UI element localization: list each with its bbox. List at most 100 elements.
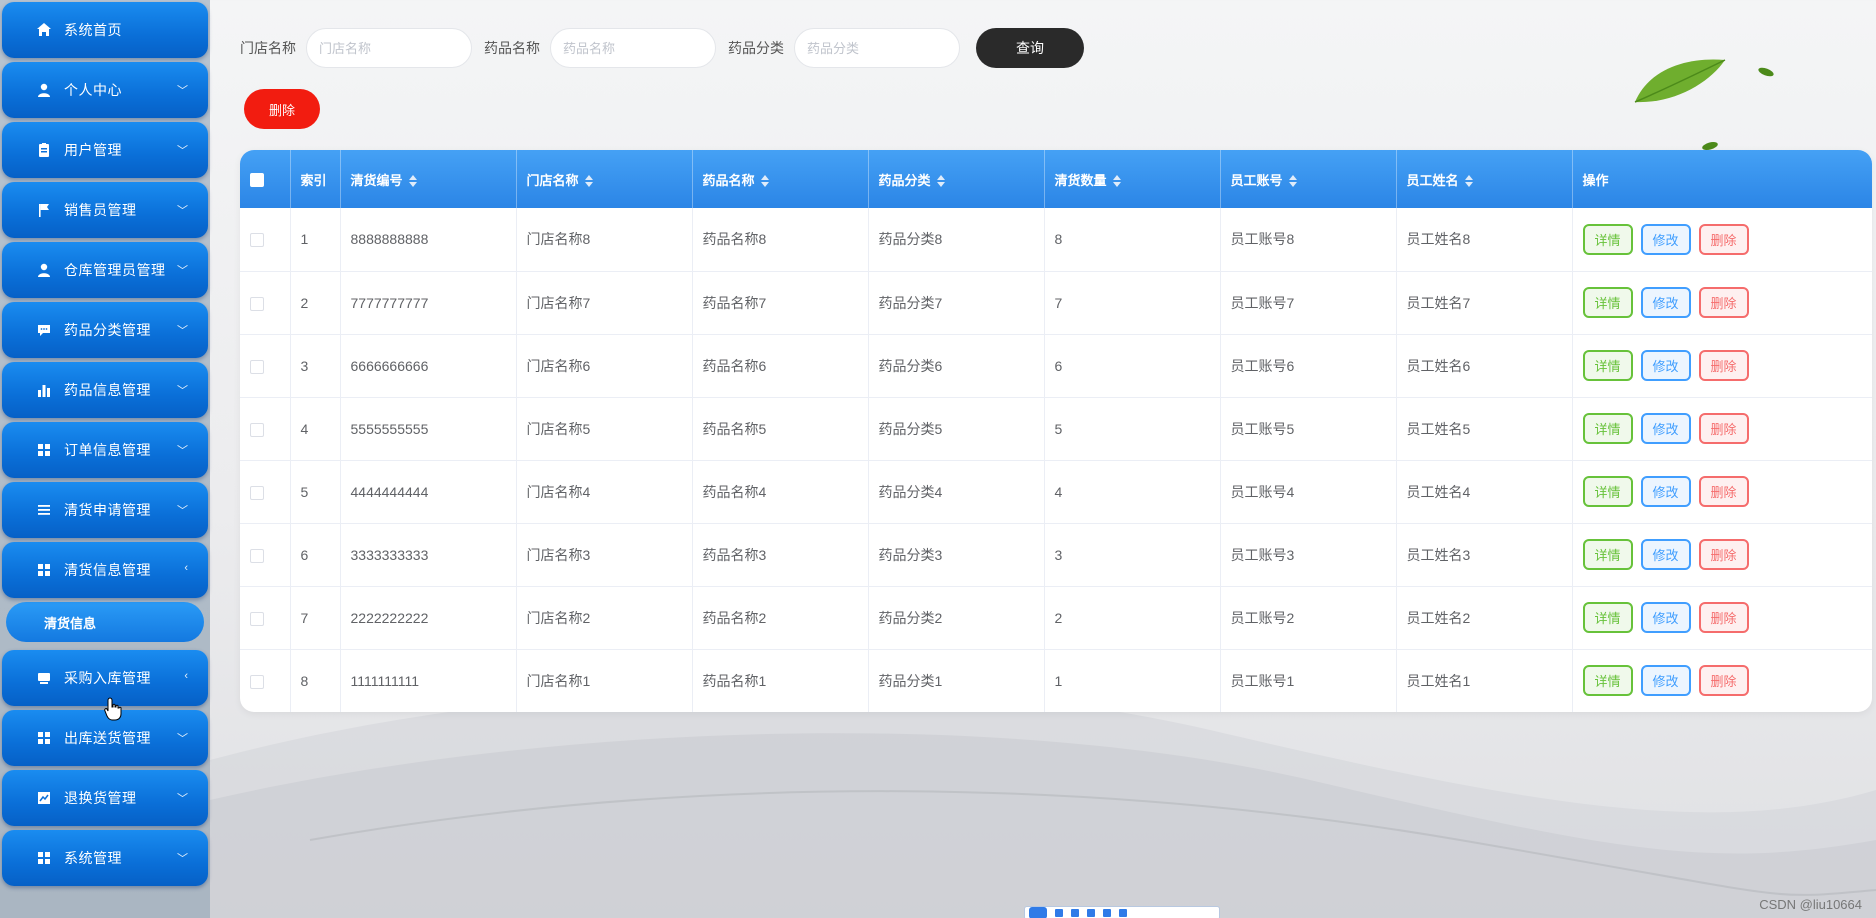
edit-button[interactable]: 修改 bbox=[1640, 539, 1691, 570]
sidebar-item[interactable]: 仓库管理员管理 ﹀ bbox=[2, 242, 208, 298]
edit-button[interactable]: 修改 bbox=[1640, 476, 1691, 507]
row-checkbox[interactable] bbox=[250, 548, 264, 563]
row-checkbox[interactable] bbox=[250, 296, 264, 311]
sidebar-item[interactable]: 出库送货管理 ﹀ bbox=[2, 710, 208, 766]
row-checkbox[interactable] bbox=[250, 674, 264, 689]
table-row: 5 4444444444 门店名称4 药品名称4 药品分类4 4 员工账号4 员工姓名4 详情修… bbox=[240, 460, 1872, 523]
table-cell: 5 bbox=[290, 460, 341, 523]
delete-button[interactable]: 删除 bbox=[1698, 350, 1749, 381]
edit-button[interactable]: 修改 bbox=[1640, 287, 1691, 318]
store-name-input[interactable] bbox=[306, 28, 472, 68]
detail-button[interactable]: 详情 bbox=[1582, 223, 1633, 255]
table-row: 7 2222222222 门店名称2 药品名称2 药品分类2 2 员工账号2 员工姓名2 详情修… bbox=[240, 586, 1872, 649]
delete-button[interactable]: 删除 bbox=[1698, 539, 1749, 570]
column-header[interactable]: 药品名称 bbox=[692, 150, 869, 208]
delete-button[interactable]: 删除 bbox=[1698, 665, 1749, 696]
column-header[interactable]: 员工账号 bbox=[1220, 150, 1397, 208]
row-actions-cell: 详情 修改 删除 bbox=[1572, 460, 1872, 523]
row-checkbox[interactable] bbox=[250, 611, 264, 626]
sidebar-item[interactable]: 订单信息管理 ﹀ bbox=[2, 422, 208, 478]
delete-button[interactable]: 删除 bbox=[1698, 602, 1749, 633]
sidebar-item[interactable]: 用户管理 ﹀ bbox=[2, 122, 208, 178]
sidebar-item[interactable]: 采购入库管理 ‹ bbox=[2, 650, 208, 706]
row-checkbox[interactable] bbox=[250, 233, 264, 248]
sort-icon[interactable] bbox=[408, 175, 417, 188]
table-cell: 药品名称2 bbox=[692, 586, 869, 649]
row-select-cell bbox=[240, 208, 291, 271]
table-cell: 2 bbox=[1044, 586, 1221, 649]
sidebar-item[interactable]: 退换货管理 ﹀ bbox=[2, 770, 208, 826]
sidebar-item-label: 仓库管理员管理 bbox=[64, 262, 166, 278]
table-cell: 4 bbox=[290, 397, 341, 460]
column-header[interactable]: 清货编号 bbox=[340, 150, 517, 208]
table-cell: 门店名称7 bbox=[516, 271, 693, 334]
ime-tool-icon[interactable] bbox=[1055, 909, 1063, 917]
table-row: 3 6666666666 门店名称6 药品名称6 药品分类6 6 员工账号6 员工姓名6 详情修… bbox=[240, 334, 1872, 397]
detail-button[interactable]: 详情 bbox=[1582, 287, 1633, 318]
sort-icon[interactable] bbox=[1112, 175, 1121, 188]
table-cell: 药品名称8 bbox=[692, 208, 869, 271]
sort-icon[interactable] bbox=[1464, 175, 1473, 188]
row-checkbox[interactable] bbox=[250, 485, 264, 500]
row-checkbox[interactable] bbox=[250, 422, 264, 437]
sidebar-item[interactable]: 系统管理 ﹀ bbox=[2, 830, 208, 886]
sidebar-item[interactable]: 清货申请管理 ﹀ bbox=[2, 482, 208, 538]
row-checkbox[interactable] bbox=[250, 359, 264, 374]
sidebar-item[interactable]: 销售员管理 ﹀ bbox=[2, 182, 208, 238]
sidebar-item[interactable]: 系统首页 bbox=[2, 2, 208, 58]
sort-icon[interactable] bbox=[936, 175, 945, 188]
drug-name-input[interactable] bbox=[550, 28, 716, 68]
edit-button[interactable]: 修改 bbox=[1640, 665, 1691, 696]
select-all-checkbox[interactable] bbox=[250, 172, 264, 187]
detail-button[interactable]: 详情 bbox=[1582, 476, 1633, 507]
ime-tool-icon[interactable] bbox=[1103, 909, 1111, 917]
table-cell: 2 bbox=[290, 271, 341, 334]
table-cell: 门店名称5 bbox=[516, 397, 693, 460]
column-header[interactable]: 药品分类 bbox=[868, 150, 1045, 208]
chevron-icon: ﹀ bbox=[177, 205, 188, 217]
table-cell: 7777777777 bbox=[340, 271, 517, 334]
detail-button[interactable]: 详情 bbox=[1582, 413, 1633, 444]
edit-button[interactable]: 修改 bbox=[1640, 413, 1691, 444]
detail-button[interactable]: 详情 bbox=[1582, 602, 1633, 633]
query-button[interactable]: 查询 bbox=[976, 28, 1084, 68]
home-icon bbox=[36, 22, 52, 38]
delete-button[interactable]: 删除 bbox=[1698, 223, 1749, 255]
ime-tool-icon[interactable] bbox=[1119, 909, 1127, 917]
sidebar-item-label: 个人中心 bbox=[64, 82, 122, 98]
column-header[interactable]: 门店名称 bbox=[516, 150, 693, 208]
drug-category-input[interactable] bbox=[794, 28, 960, 68]
delete-button[interactable]: 删除 bbox=[1698, 287, 1749, 318]
table-cell: 3 bbox=[1044, 523, 1221, 586]
edit-button[interactable]: 修改 bbox=[1640, 223, 1691, 255]
table-cell: 药品分类6 bbox=[868, 334, 1045, 397]
column-header[interactable]: 员工姓名 bbox=[1396, 150, 1573, 208]
sidebar-item[interactable]: 药品分类管理 ﹀ bbox=[2, 302, 208, 358]
chevron-icon: ﹀ bbox=[177, 385, 188, 397]
detail-button[interactable]: 详情 bbox=[1582, 539, 1633, 570]
sort-icon[interactable] bbox=[584, 175, 593, 188]
table-row: 8 1111111111 门店名称1 药品名称1 药品分类1 1 员工账号1 员工姓名1 详情修… bbox=[240, 649, 1872, 712]
sidebar-item[interactable]: 个人中心 ﹀ bbox=[2, 62, 208, 118]
sidebar-item[interactable]: 清货信息管理 ‹ bbox=[2, 542, 208, 598]
row-select-cell bbox=[240, 334, 291, 397]
chevron-icon: ‹ bbox=[184, 562, 188, 574]
sort-icon[interactable] bbox=[760, 175, 769, 188]
delete-button[interactable]: 删除 bbox=[1698, 413, 1749, 444]
ime-tool-icon[interactable] bbox=[1071, 909, 1079, 917]
column-header[interactable]: 清货数量 bbox=[1044, 150, 1221, 208]
ime-tool-icon[interactable] bbox=[1087, 909, 1095, 917]
ime-logo-icon[interactable] bbox=[1029, 907, 1047, 918]
grid-icon bbox=[36, 562, 52, 578]
sort-icon[interactable] bbox=[1288, 175, 1297, 188]
leaf-decoration-small bbox=[1758, 67, 1774, 77]
submenu-item-clearance-info[interactable]: 清货信息 bbox=[6, 602, 204, 642]
detail-button[interactable]: 详情 bbox=[1582, 350, 1633, 381]
edit-button[interactable]: 修改 bbox=[1640, 602, 1691, 633]
delete-button[interactable]: 删除 bbox=[1698, 476, 1749, 507]
detail-button[interactable]: 详情 bbox=[1582, 665, 1633, 696]
batch-delete-button[interactable]: 删除 bbox=[244, 89, 320, 129]
edit-button[interactable]: 修改 bbox=[1640, 350, 1691, 381]
sidebar-item[interactable]: 药品信息管理 ﹀ bbox=[2, 362, 208, 418]
column-header-label: 清货编号 bbox=[350, 172, 403, 188]
